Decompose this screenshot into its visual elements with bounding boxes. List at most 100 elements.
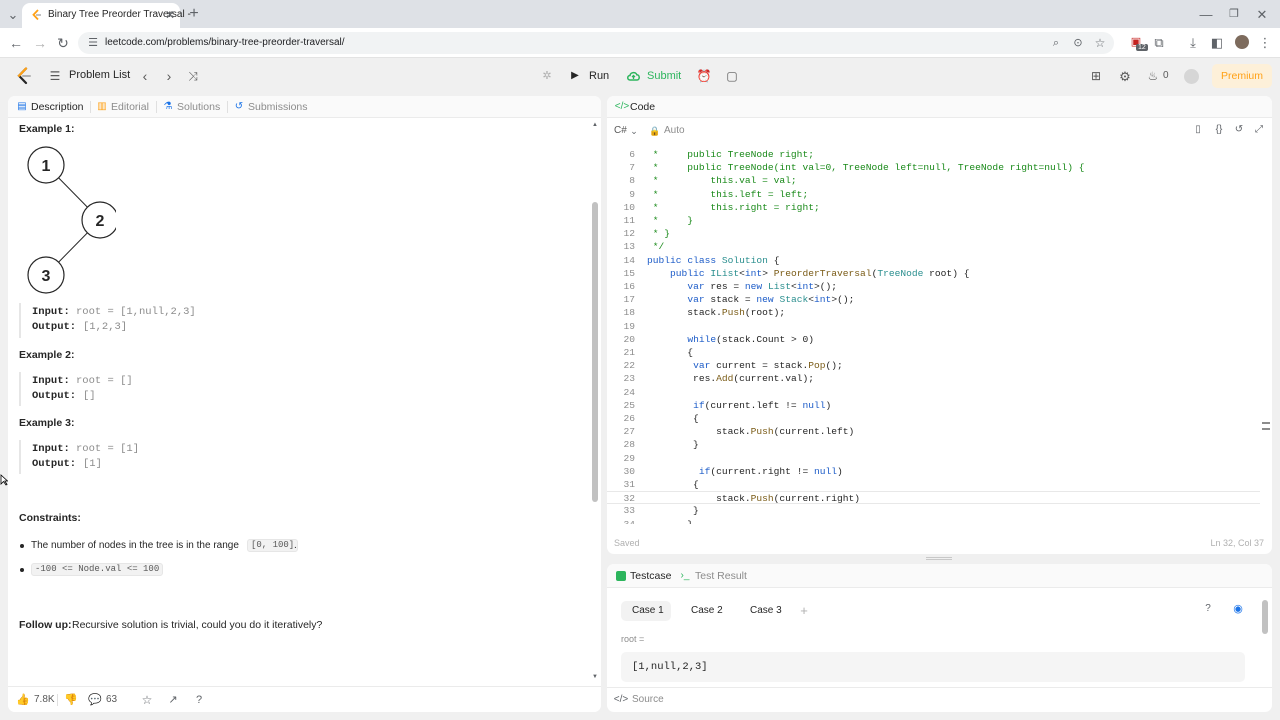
- add-case-icon[interactable]: +: [798, 604, 810, 617]
- share-icon[interactable]: ↗: [166, 693, 180, 707]
- code-tab-title[interactable]: Code: [630, 102, 655, 113]
- code-line[interactable]: 26 {: [607, 412, 1260, 425]
- reset-icon[interactable]: ↺: [1233, 124, 1245, 136]
- browser-tab[interactable]: Binary Tree Preorder Traversal - ✕: [22, 3, 191, 28]
- problem-list-link[interactable]: Problem List: [69, 70, 130, 81]
- download-icon[interactable]: ⤓: [1185, 34, 1201, 50]
- next-problem-icon[interactable]: ›: [162, 68, 176, 84]
- code-line[interactable]: 21 {: [607, 346, 1260, 359]
- scrollbar-thumb[interactable]: [592, 202, 598, 502]
- case-3-tab[interactable]: Case 3: [750, 606, 782, 616]
- code-line[interactable]: 19: [607, 320, 1260, 333]
- forward-icon[interactable]: →: [32, 35, 48, 51]
- debug-icon[interactable]: ✲: [540, 68, 554, 84]
- eye-icon[interactable]: ◉: [1231, 603, 1245, 615]
- code-line[interactable]: 23 res.Add(current.val);: [607, 372, 1260, 385]
- fullscreen-icon[interactable]: ⤢: [1253, 124, 1265, 136]
- code-line[interactable]: 30 if(current.right != null): [607, 465, 1260, 478]
- tab-test-result[interactable]: Test Result: [695, 571, 747, 582]
- layout-icon[interactable]: ⊞: [1089, 68, 1103, 84]
- code-line[interactable]: 16 var res = new List<int>();: [607, 280, 1260, 293]
- autocomplete-mode[interactable]: Auto: [664, 126, 685, 136]
- code-line[interactable]: 13 */: [607, 240, 1260, 253]
- code-line[interactable]: 24: [607, 386, 1260, 399]
- minimize-icon[interactable]: —: [1198, 6, 1214, 22]
- profile-avatar[interactable]: [1235, 35, 1249, 49]
- param-input[interactable]: [1,null,2,3]: [621, 652, 1245, 682]
- streak-flame-icon[interactable]: ♨: [1147, 68, 1159, 84]
- code-line[interactable]: 9 * this.left = left;: [607, 188, 1260, 201]
- shuffle-icon[interactable]: ⤨: [186, 68, 200, 84]
- scroll-up-icon[interactable]: ▲: [592, 122, 598, 128]
- close-tab-icon[interactable]: ✕: [164, 8, 176, 22]
- leetcode-logo-icon[interactable]: [16, 67, 32, 85]
- tab-submissions[interactable]: Submissions: [248, 102, 308, 113]
- user-avatar[interactable]: [1184, 69, 1199, 84]
- site-info-icon[interactable]: ☰: [86, 36, 100, 50]
- problem-list-icon[interactable]: ☰: [48, 69, 62, 83]
- code-line[interactable]: 18 stack.Push(root);: [607, 306, 1260, 319]
- back-icon[interactable]: ←: [8, 35, 24, 51]
- editor-scroll-marker[interactable]: [1262, 422, 1270, 430]
- tab-search-chevron-icon[interactable]: ⌄: [6, 7, 20, 21]
- settings-gear-icon[interactable]: ⚙: [1118, 68, 1132, 84]
- code-line[interactable]: 34 }: [607, 518, 1260, 524]
- maximize-icon[interactable]: ❐: [1226, 6, 1242, 22]
- favorite-star-icon[interactable]: ☆: [140, 693, 154, 707]
- thumbs-up-icon[interactable]: 👍: [16, 693, 30, 707]
- tab-solutions[interactable]: Solutions: [177, 102, 220, 113]
- info-icon[interactable]: ?: [1202, 603, 1214, 615]
- premium-button[interactable]: Premium: [1212, 64, 1272, 88]
- comment-icon[interactable]: 💬: [88, 693, 102, 707]
- code-line[interactable]: 31 {: [607, 478, 1260, 491]
- code-line[interactable]: 29: [607, 452, 1260, 465]
- url-bar[interactable]: ☰ leetcode.com/problems/binary-tree-preo…: [78, 32, 1114, 54]
- case-1-tab[interactable]: Case 1: [621, 601, 671, 621]
- case-2-tab[interactable]: Case 2: [691, 606, 723, 616]
- thumbs-down-icon[interactable]: 👎: [64, 693, 78, 707]
- prev-problem-icon[interactable]: ‹: [138, 68, 152, 84]
- timer-icon[interactable]: ⏰: [697, 68, 712, 84]
- source-link[interactable]: Source: [632, 695, 664, 705]
- notes-icon[interactable]: ▢: [725, 68, 739, 84]
- code-line[interactable]: 12 * }: [607, 227, 1260, 240]
- tab-editorial[interactable]: Editorial: [111, 102, 149, 113]
- code-line[interactable]: 20 while(stack.Count > 0): [607, 333, 1260, 346]
- code-line[interactable]: 17 var stack = new Stack<int>();: [607, 293, 1260, 306]
- submit-button[interactable]: Submit: [619, 64, 687, 88]
- browser-menu-icon[interactable]: ⋮: [1258, 34, 1272, 50]
- code-editor[interactable]: 6 * public TreeNode right; 7 * public Tre…: [607, 142, 1260, 524]
- install-icon[interactable]: ⊙: [1071, 36, 1085, 50]
- code-line[interactable]: 11 * }: [607, 214, 1260, 227]
- code-line[interactable]: 8 * this.val = val;: [607, 174, 1260, 187]
- language-select[interactable]: C#: [614, 126, 627, 136]
- code-line[interactable]: 33 }: [607, 504, 1260, 517]
- extensions-puzzle-icon[interactable]: ⧉: [1151, 34, 1167, 50]
- new-tab-icon[interactable]: +: [186, 6, 202, 22]
- tab-testcase[interactable]: Testcase: [630, 571, 671, 582]
- format-braces-icon[interactable]: {}: [1212, 124, 1226, 136]
- reload-icon[interactable]: ↻: [55, 35, 71, 51]
- code-line[interactable]: 32 stack.Push(current.right): [607, 491, 1260, 505]
- bookmark-icon[interactable]: ▯: [1192, 124, 1204, 136]
- code-line[interactable]: 22 var current = stack.Pop();: [607, 359, 1260, 372]
- scroll-down-icon[interactable]: ▼: [592, 674, 598, 680]
- run-button[interactable]: ▶ Run: [563, 64, 615, 88]
- code-line[interactable]: 15 public IList<int> PreorderTraversal(T…: [607, 267, 1260, 280]
- tab-description[interactable]: Description: [31, 102, 84, 113]
- side-panel-icon[interactable]: ◧: [1209, 34, 1225, 50]
- bookmark-star-icon[interactable]: ☆: [1093, 36, 1107, 50]
- help-question-icon[interactable]: ?: [192, 693, 206, 707]
- description-scrollbar[interactable]: ▲ ▼: [592, 122, 598, 682]
- panel-resize-handle[interactable]: [926, 557, 952, 560]
- code-line[interactable]: 6 * public TreeNode right;: [607, 148, 1260, 161]
- zoom-icon[interactable]: ⌕: [1049, 36, 1063, 50]
- code-line[interactable]: 28 }: [607, 438, 1260, 451]
- code-line[interactable]: 27 stack.Push(current.left): [607, 425, 1260, 438]
- code-line[interactable]: 7 * public TreeNode(int val=0, TreeNode …: [607, 161, 1260, 174]
- code-line[interactable]: 10 * this.right = right;: [607, 201, 1260, 214]
- code-line[interactable]: 14 public class Solution {: [607, 254, 1260, 267]
- close-window-icon[interactable]: ✕: [1254, 6, 1270, 22]
- code-line[interactable]: 25 if(current.left != null): [607, 399, 1260, 412]
- testcase-scrollbar-thumb[interactable]: [1262, 600, 1268, 634]
